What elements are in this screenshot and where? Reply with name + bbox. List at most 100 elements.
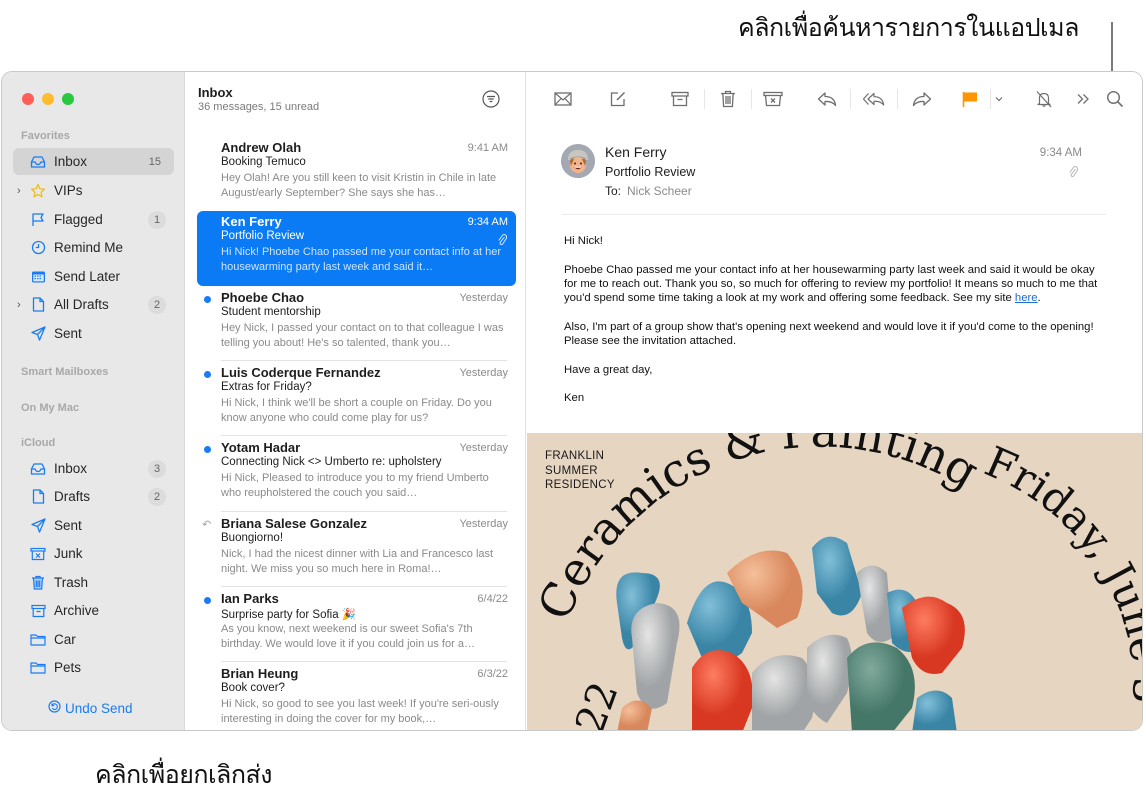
sidebar-item-icloud-pets[interactable]: Pets <box>13 654 174 681</box>
memoji-avatar-icon <box>561 144 595 178</box>
toolbar-divider <box>751 89 752 109</box>
minimize-button[interactable] <box>42 93 54 105</box>
trash-icon <box>30 575 46 591</box>
sidebar-item-send-later[interactable]: Send Later <box>13 263 174 290</box>
forward-button[interactable] <box>911 88 933 110</box>
sidebar-item-icloud-inbox[interactable]: Inbox 3 <box>13 455 174 482</box>
compose-button[interactable] <box>607 88 629 110</box>
mute-button[interactable] <box>1033 88 1055 110</box>
message-list-item[interactable]: Brian Heung 6/3/22 Book cover? Hi Nick, so … <box>197 663 516 730</box>
message-list-item[interactable]: Ken Ferry 9:34 AM Portfolio Review Hi Nick!… <box>197 211 516 286</box>
sidebar-item-flagged[interactable]: Flagged 1 <box>13 206 174 233</box>
message-subject: Booking Temuco <box>221 156 306 168</box>
site-link[interactable]: here <box>1015 292 1038 304</box>
sender-avatar[interactable] <box>561 144 595 178</box>
message-time: Yesterday <box>459 367 508 379</box>
count-badge: 1 <box>148 210 166 229</box>
reply-all-button[interactable] <box>863 88 885 110</box>
list-separator <box>221 661 507 662</box>
list-separator <box>221 511 507 512</box>
close-button[interactable] <box>22 93 34 105</box>
folder-icon <box>30 632 46 648</box>
message-time: 9:34 AM <box>1039 147 1082 159</box>
message-preview: Hi Nick, so good to see you last week! I… <box>221 698 499 725</box>
trash-icon <box>721 90 735 108</box>
star-icon <box>30 183 46 199</box>
message-time: 6/3/22 <box>477 668 508 680</box>
document-icon <box>30 297 46 313</box>
disclosure-chevron-icon[interactable]: › <box>17 299 21 311</box>
message-subject: Student mentorship <box>221 306 321 318</box>
undo-send-button[interactable]: Undo Send <box>48 700 133 716</box>
message-list-item[interactable]: Ian Parks 6/4/22 Surprise party for Sofia … <box>197 588 516 663</box>
message-preview: Hi Nick, I think we'll be short a couple… <box>221 397 492 424</box>
delete-button[interactable] <box>717 88 739 110</box>
message-sender: Phoebe Chao <box>221 290 305 305</box>
sidebar-item-inbox[interactable]: Inbox 15 <box>13 148 174 175</box>
message-list-item[interactable]: Phoebe Chao Yesterday Student mentorship He… <box>197 287 516 362</box>
message-time: Yesterday <box>459 518 508 530</box>
message-preview: Hey Olah! Are you still keen to visit Kr… <box>221 172 497 199</box>
bell-slash-icon <box>1036 91 1052 108</box>
flag-button[interactable] <box>959 88 981 110</box>
attachment-icon <box>1068 165 1079 183</box>
sidebar-item-icloud-archive[interactable]: Archive <box>13 597 174 624</box>
message-list-item[interactable]: Luis Coderque Fernandez Yesterday Extras f… <box>197 362 516 437</box>
header-divider <box>562 214 1106 215</box>
sidebar-item-icloud-junk[interactable]: Junk <box>13 540 174 567</box>
archive-button[interactable] <box>669 88 691 110</box>
message-list-item[interactable]: ↶ Briana Salese Gonzalez Yesterday Buongior… <box>197 513 516 588</box>
poster-date: Friday, June 3 <box>978 437 1142 704</box>
message-time: 6/4/22 <box>477 593 508 605</box>
message-sender: Andrew Olah <box>221 140 302 155</box>
recipient-name[interactable]: Nick Scheer <box>627 184 692 198</box>
message-preview: Hi Nick, Pleased to introduce you to my … <box>221 472 489 499</box>
calendar-icon <box>30 269 46 285</box>
flag-menu-button[interactable] <box>989 88 1009 110</box>
message-list-item[interactable]: Andrew Olah 9:41 AM Booking Temuco Hey Olah… <box>197 137 516 212</box>
invitation-attachment-image[interactable]: FRANKLIN SUMMER RESIDENCY Ceramics & Pai… <box>527 433 1142 730</box>
sidebar-item-icloud-car[interactable]: Car <box>13 626 174 653</box>
section-smart-mailboxes[interactable]: Smart Mailboxes <box>21 366 108 378</box>
reply-button[interactable] <box>816 88 838 110</box>
flag-icon <box>30 212 46 228</box>
message-list-item[interactable]: Yotam Hadar Yesterday Connecting Nick <> U… <box>197 437 516 512</box>
reply-all-icon <box>863 92 885 106</box>
message-sender[interactable]: Ken Ferry <box>605 144 666 160</box>
junk-icon <box>30 546 46 562</box>
junk-button[interactable] <box>762 88 784 110</box>
inbox-icon <box>30 154 46 170</box>
sidebar-item-all-drafts[interactable]: › All Drafts 2 <box>13 291 174 318</box>
zoom-button[interactable] <box>62 93 74 105</box>
get-mail-button[interactable] <box>552 88 574 110</box>
toolbar <box>527 72 1142 126</box>
paper-plane-icon <box>30 518 46 534</box>
message-list: Inbox 36 messages, 15 unread Andrew Olah… <box>186 72 526 730</box>
search-button[interactable] <box>1104 88 1126 110</box>
message-subject: Surprise party for Sofia 🎉 <box>221 609 357 621</box>
compose-icon <box>610 91 626 107</box>
sidebar-item-sent[interactable]: Sent <box>13 320 174 347</box>
more-toolbar-button[interactable] <box>1072 88 1094 110</box>
reply-icon <box>817 92 837 107</box>
count-badge: 2 <box>148 295 166 314</box>
window-controls <box>22 93 74 105</box>
filter-button[interactable] <box>482 90 500 108</box>
sidebar-item-icloud-trash[interactable]: Trash <box>13 569 174 596</box>
section-favorites[interactable]: Favorites <box>21 130 70 142</box>
message-preview: Hey Nick, I passed your contact on to th… <box>221 322 504 349</box>
sidebar-item-icloud-sent[interactable]: Sent <box>13 512 174 539</box>
message-subject: Connecting Nick <> Umberto re: upholster… <box>221 456 442 468</box>
flag-icon <box>962 92 977 107</box>
mailbox-subtitle: 36 messages, 15 unread <box>198 101 320 113</box>
sidebar-item-vips[interactable]: › VIPs <box>13 177 174 204</box>
sidebar-item-icloud-drafts[interactable]: Drafts 2 <box>13 483 174 510</box>
sidebar-item-remind-me[interactable]: Remind Me <box>13 234 174 261</box>
junk-icon <box>763 91 783 107</box>
section-icloud[interactable]: iCloud <box>21 437 55 449</box>
section-on-my-mac[interactable]: On My Mac <box>21 402 79 414</box>
disclosure-chevron-icon[interactable]: › <box>17 185 21 197</box>
message-sender: Ian Parks <box>221 591 279 606</box>
forward-icon <box>912 92 932 107</box>
unread-indicator <box>204 371 211 378</box>
